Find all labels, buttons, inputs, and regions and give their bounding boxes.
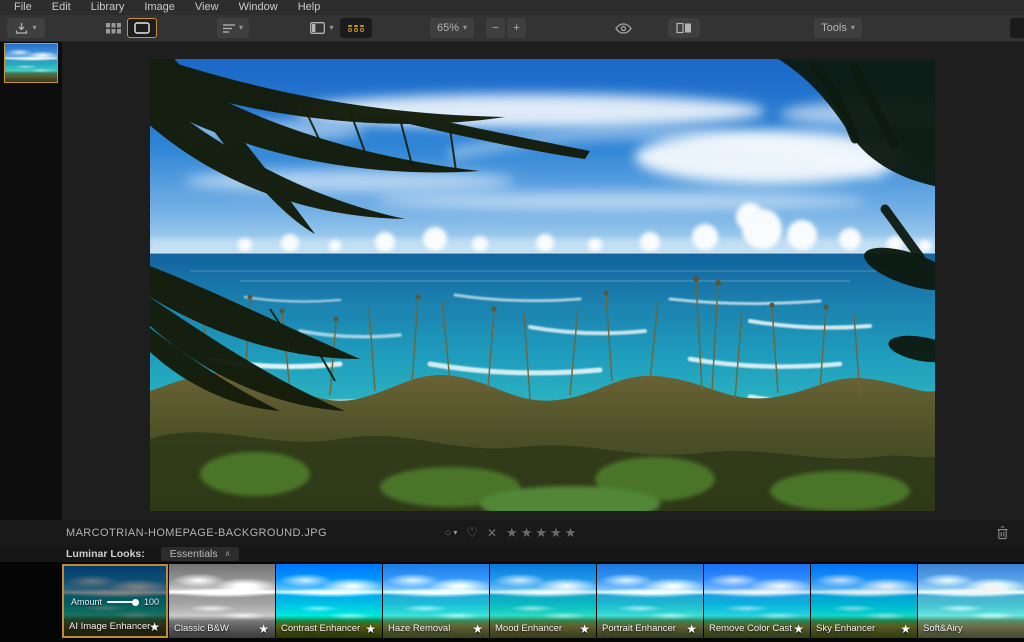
zoom-out-button[interactable]: − bbox=[486, 18, 505, 38]
color-label-picker[interactable]: ○ ▾ bbox=[445, 527, 458, 539]
look-label: Soft&Airy bbox=[923, 623, 963, 634]
amount-value: 100 bbox=[144, 597, 159, 607]
looks-strip: Amount 100 AI Image Enhancer ★ Classic B… bbox=[0, 562, 1024, 642]
look-label: Contrast Enhancer bbox=[281, 623, 360, 634]
star-rating[interactable]: ★★★★★ bbox=[506, 525, 579, 541]
grid-view-button[interactable] bbox=[102, 18, 124, 38]
menu-edit[interactable]: Edit bbox=[42, 0, 81, 15]
export-button[interactable]: ▾ bbox=[7, 18, 45, 38]
tools-button[interactable]: Tools ▾ bbox=[814, 18, 862, 38]
looks-title: Luminar Looks: bbox=[66, 548, 145, 560]
compare-button[interactable] bbox=[668, 18, 700, 38]
amount-slider[interactable]: Amount 100 bbox=[71, 597, 159, 607]
favorite-heart-icon[interactable]: ♡ bbox=[466, 525, 478, 541]
look-tile[interactable]: Remove Color Cast ★ bbox=[704, 564, 810, 638]
looks-header: Luminar Looks: Essentials ∧ bbox=[0, 546, 1024, 562]
main-photo[interactable] bbox=[150, 59, 935, 511]
menu-image[interactable]: Image bbox=[134, 0, 185, 15]
eye-icon bbox=[615, 23, 632, 34]
side-panel-icon bbox=[310, 22, 325, 34]
color-label-circle-icon: ○ bbox=[445, 527, 452, 539]
image-canvas bbox=[62, 41, 1024, 520]
menu-window[interactable]: Window bbox=[229, 0, 288, 15]
look-star-icon[interactable]: ★ bbox=[149, 620, 160, 634]
look-star-icon[interactable]: ★ bbox=[793, 622, 804, 636]
look-star-icon[interactable]: ★ bbox=[258, 622, 269, 636]
trash-icon bbox=[997, 526, 1008, 540]
filename-label: MARCOTRIAN-HOMEPAGE-BACKGROUND.JPG bbox=[66, 520, 327, 546]
preview-toggle[interactable] bbox=[609, 18, 637, 38]
look-tile[interactable]: Sky Enhancer ★ bbox=[811, 564, 917, 638]
chevron-down-icon: ▾ bbox=[463, 24, 467, 32]
tools-button-label: Tools bbox=[821, 22, 847, 34]
status-bar: MARCOTRIAN-HOMEPAGE-BACKGROUND.JPG ○ ▾ ♡… bbox=[0, 520, 1024, 546]
looks-filmstrip-icon bbox=[348, 25, 364, 32]
look-label: Sky Enhancer bbox=[816, 623, 875, 634]
look-tile[interactable]: Classic B&W ★ bbox=[169, 564, 275, 638]
chevron-down-icon: ▾ bbox=[453, 529, 457, 537]
delete-button[interactable] bbox=[997, 526, 1008, 545]
look-tile[interactable]: Portrait Enhancer ★ bbox=[597, 564, 703, 638]
zoom-level-value: 65% bbox=[437, 22, 459, 34]
amount-slider-track[interactable] bbox=[107, 601, 139, 603]
look-star-icon[interactable]: ★ bbox=[686, 622, 697, 636]
before-after-icon bbox=[676, 22, 692, 34]
look-label: Portrait Enhancer bbox=[602, 623, 676, 634]
menu-help[interactable]: Help bbox=[288, 0, 331, 15]
look-tile[interactable]: Soft&Airy bbox=[918, 564, 1024, 638]
amount-label: Amount bbox=[71, 597, 102, 607]
look-star-icon[interactable]: ★ bbox=[472, 622, 483, 636]
single-image-icon bbox=[134, 22, 150, 34]
amount-slider-knob[interactable] bbox=[132, 599, 139, 606]
right-panel-edge-button[interactable] bbox=[1010, 18, 1024, 38]
look-label: AI Image Enhancer bbox=[69, 621, 150, 632]
look-tile[interactable]: Amount 100 AI Image Enhancer ★ bbox=[62, 564, 168, 638]
filmstrip-thumbnail-selected[interactable] bbox=[4, 43, 58, 83]
export-icon bbox=[15, 22, 28, 35]
sort-button[interactable]: ▾ bbox=[217, 18, 249, 38]
single-view-button[interactable] bbox=[127, 18, 157, 38]
chevron-down-icon: ▾ bbox=[851, 24, 855, 32]
looks-collection-select[interactable]: Essentials ∧ bbox=[161, 547, 240, 561]
look-star-icon[interactable]: ★ bbox=[579, 622, 590, 636]
chevron-up-icon: ∧ bbox=[225, 548, 231, 560]
zoom-in-button[interactable]: + bbox=[507, 18, 526, 38]
rating-controls: ○ ▾ ♡ ✕ ★★★★★ bbox=[445, 520, 580, 546]
chevron-down-icon: ▾ bbox=[32, 24, 36, 32]
look-tile[interactable]: Haze Removal ★ bbox=[383, 564, 489, 638]
ocean-photo-art bbox=[150, 59, 935, 511]
reject-x-icon[interactable]: ✕ bbox=[487, 526, 497, 540]
look-label: Mood Enhancer bbox=[495, 623, 562, 634]
chevron-down-icon: ▾ bbox=[239, 24, 243, 32]
look-label: Haze Removal bbox=[388, 623, 450, 634]
chevron-down-icon: ▾ bbox=[329, 24, 333, 32]
menu-file[interactable]: File bbox=[4, 0, 42, 15]
looks-panel-toggle[interactable] bbox=[340, 18, 372, 38]
sort-list-icon bbox=[223, 24, 235, 33]
toolbar: ▾ ▾ ▾ 65% ▾ − bbox=[0, 15, 1024, 42]
look-label: Remove Color Cast bbox=[709, 623, 792, 634]
grid-view-icon bbox=[106, 23, 121, 34]
filmstrip-sidebar bbox=[0, 41, 62, 520]
look-tile[interactable]: Mood Enhancer ★ bbox=[490, 564, 596, 638]
menu-view[interactable]: View bbox=[185, 0, 229, 15]
look-star-icon[interactable]: ★ bbox=[365, 622, 376, 636]
look-tile[interactable]: Contrast Enhancer ★ bbox=[276, 564, 382, 638]
look-star-icon[interactable]: ★ bbox=[900, 622, 911, 636]
menu-library[interactable]: Library bbox=[81, 0, 135, 15]
look-label: Classic B&W bbox=[174, 623, 229, 634]
thumbnail-image bbox=[5, 44, 57, 82]
menu-bar: FileEditLibraryImageViewWindowHelp bbox=[0, 0, 1024, 15]
zoom-level-select[interactable]: 65% ▾ bbox=[430, 18, 474, 38]
side-panel-toggle[interactable]: ▾ bbox=[306, 18, 338, 38]
looks-collection-value: Essentials bbox=[170, 548, 218, 560]
